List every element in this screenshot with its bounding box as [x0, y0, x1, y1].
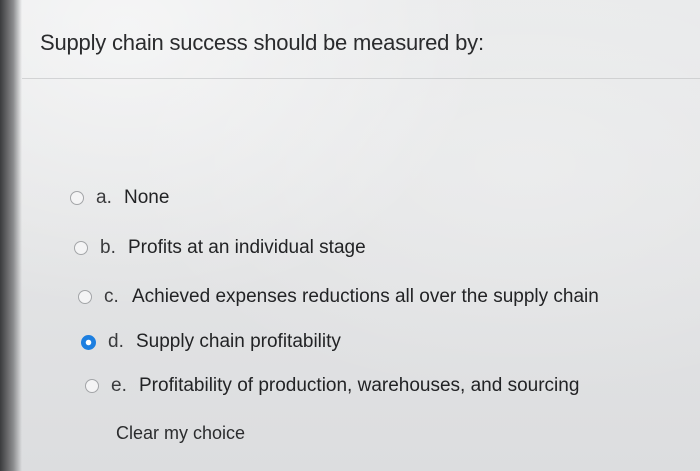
option-label: Supply chain profitability: [136, 331, 341, 352]
option-a[interactable]: a. None: [70, 187, 169, 209]
option-letter: e.: [111, 375, 127, 396]
question-text: Supply chain success should be measured …: [40, 30, 484, 55]
option-label: Achieved expenses reductions all over th…: [132, 286, 599, 307]
option-letter: d.: [108, 331, 124, 352]
option-letter: a.: [96, 187, 112, 208]
option-b[interactable]: b. Profits at an individual stage: [74, 237, 366, 259]
option-e[interactable]: e. Profitability of production, warehous…: [85, 375, 579, 397]
option-letter: b.: [100, 237, 116, 258]
option-d[interactable]: d. Supply chain profitability: [81, 331, 341, 353]
photo-background: [0, 0, 700, 471]
clear-choice-link[interactable]: Clear my choice: [116, 423, 245, 444]
screen-bezel: [0, 0, 22, 471]
radio-empty-icon[interactable]: [85, 379, 99, 393]
radio-filled-icon[interactable]: [81, 334, 96, 350]
option-letter: c.: [104, 286, 119, 307]
option-label: Profits at an individual stage: [128, 237, 366, 258]
option-c[interactable]: c. Achieved expenses reductions all over…: [78, 286, 599, 308]
option-label: None: [124, 187, 170, 208]
option-label: Profitability of production, warehouses,…: [139, 375, 580, 396]
divider: [22, 78, 700, 79]
radio-empty-icon[interactable]: [78, 290, 92, 304]
radio-empty-icon[interactable]: [74, 241, 88, 255]
radio-empty-icon[interactable]: [70, 191, 84, 205]
